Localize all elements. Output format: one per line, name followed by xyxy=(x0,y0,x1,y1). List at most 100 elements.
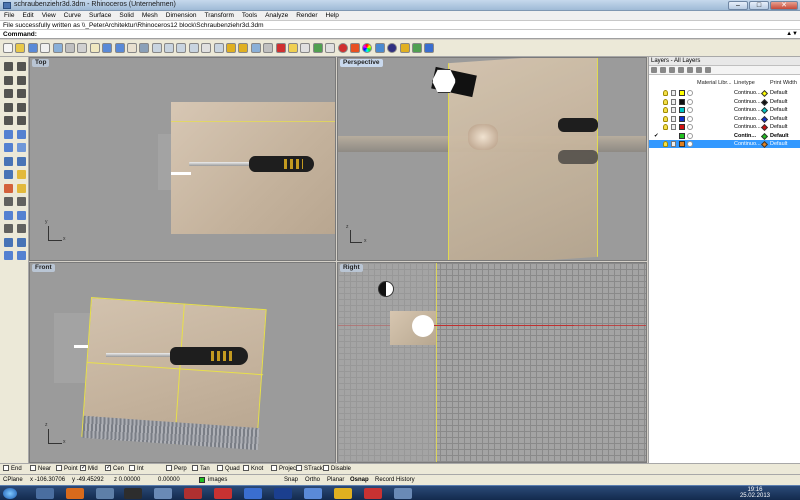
move-down-icon[interactable] xyxy=(687,67,693,73)
osnap-checkbox[interactable] xyxy=(243,465,249,471)
osnap-checkbox[interactable] xyxy=(192,465,198,471)
offset-icon[interactable] xyxy=(17,197,26,206)
viewport-perspective[interactable]: Perspective z x xyxy=(337,57,647,261)
lock-icon[interactable] xyxy=(263,43,274,53)
print-icon[interactable] xyxy=(40,43,51,53)
osnap-knot[interactable]: Knot xyxy=(243,464,263,474)
grid-icon[interactable] xyxy=(213,43,224,53)
array-icon[interactable] xyxy=(4,210,13,220)
delete-layer-icon[interactable] xyxy=(669,67,675,73)
sphere-solid-icon[interactable] xyxy=(17,143,26,152)
free-form-icon[interactable] xyxy=(17,129,26,139)
command-prompt[interactable]: Command: ▲▼ xyxy=(0,30,800,39)
app-icon-4[interactable] xyxy=(214,488,232,499)
rotate-view-icon[interactable] xyxy=(139,43,150,53)
mesh-icon[interactable] xyxy=(4,170,13,179)
menu-solid[interactable]: Solid xyxy=(115,11,137,21)
set-view-icon[interactable] xyxy=(226,43,237,53)
layer-color-swatch[interactable] xyxy=(679,141,685,147)
osnap-strack[interactable]: STrack xyxy=(296,464,323,474)
properties-icon[interactable] xyxy=(325,43,336,53)
extrude-icon[interactable] xyxy=(4,156,13,166)
osnap-checkbox[interactable] xyxy=(30,465,36,471)
material-dot-icon[interactable] xyxy=(687,141,693,147)
lock-icon[interactable] xyxy=(671,107,676,113)
osnap-checkbox[interactable] xyxy=(217,465,223,471)
layer-print-width[interactable]: Default xyxy=(770,115,787,123)
material-dot-icon[interactable] xyxy=(687,107,693,113)
layer-row[interactable]: Continuo... Default xyxy=(649,123,800,132)
layer-color-swatch[interactable] xyxy=(679,124,685,130)
osnap-checkbox[interactable] xyxy=(166,465,172,471)
start-button-icon[interactable] xyxy=(3,488,17,499)
layer-linetype[interactable]: Continuo... xyxy=(734,106,761,114)
polyline-icon[interactable] xyxy=(4,75,13,85)
osnap-near[interactable]: Near xyxy=(30,464,51,474)
zoom-window-icon[interactable] xyxy=(164,43,175,53)
open-icon[interactable] xyxy=(15,43,26,53)
lock-icon[interactable] xyxy=(671,90,676,96)
record-history-toggle[interactable]: Record History xyxy=(375,475,415,485)
command-scroll-icon[interactable]: ▲▼ xyxy=(786,30,798,39)
layer-color-swatch[interactable] xyxy=(679,115,685,122)
ortho-toggle[interactable]: Ortho xyxy=(305,475,320,485)
arc-icon[interactable] xyxy=(17,89,26,98)
rectangle-icon[interactable] xyxy=(17,102,26,112)
layer-linetype[interactable]: Continuo... xyxy=(734,123,761,131)
box-icon[interactable] xyxy=(4,143,13,152)
visibility-bulb-icon[interactable] xyxy=(663,90,668,96)
osnap-checkbox[interactable] xyxy=(323,465,329,471)
menu-curve[interactable]: Curve xyxy=(60,11,85,21)
col-print-width[interactable]: Print Width xyxy=(770,80,797,86)
zoom-selected-icon[interactable] xyxy=(188,43,199,53)
app-icon-3[interactable] xyxy=(184,488,202,499)
fillet-icon[interactable] xyxy=(4,197,13,206)
osnap-checkbox[interactable] xyxy=(105,463,111,473)
layer-row[interactable]: ✔ Contin... Default xyxy=(649,132,800,140)
move-icon[interactable] xyxy=(17,210,26,220)
osnap-tan[interactable]: Tan xyxy=(192,464,210,474)
print-color-icon[interactable] xyxy=(760,98,769,106)
explorer-icon[interactable] xyxy=(36,488,54,499)
shade-icon[interactable] xyxy=(337,43,348,53)
visibility-bulb-icon[interactable] xyxy=(663,107,668,113)
osnap-checkbox[interactable] xyxy=(80,463,86,473)
paste-icon[interactable] xyxy=(89,43,100,53)
osnap-disable[interactable]: Disable xyxy=(323,464,351,474)
curve-icon[interactable] xyxy=(17,116,26,125)
hide-icon[interactable] xyxy=(250,43,261,53)
sphere-icon[interactable] xyxy=(387,43,398,53)
viewport-top[interactable]: Top y x xyxy=(29,57,336,261)
menu-dimension[interactable]: Dimension xyxy=(162,11,201,21)
select-icon[interactable] xyxy=(4,62,13,71)
zoom-dynamic-icon[interactable] xyxy=(151,43,162,53)
viewport-right[interactable]: Right xyxy=(337,262,647,463)
tools-icon[interactable] xyxy=(399,43,410,53)
new-layer-icon[interactable] xyxy=(651,67,657,73)
osnap-perp[interactable]: Perp xyxy=(166,464,187,474)
layer-linetype[interactable]: Contin... xyxy=(734,132,756,140)
dimension-icon[interactable] xyxy=(17,224,26,233)
circle-icon[interactable] xyxy=(4,89,13,98)
osnap-checkbox[interactable] xyxy=(271,465,277,471)
osnap-quad[interactable]: Quad xyxy=(217,464,240,474)
planar-toggle[interactable]: Planar xyxy=(327,475,344,485)
viewport-top-label[interactable]: Top xyxy=(32,59,50,67)
current-layer[interactable]: images xyxy=(208,475,227,485)
osnap-point[interactable]: Point xyxy=(56,464,78,474)
app-icon-2[interactable] xyxy=(154,488,172,499)
viewport-front[interactable]: Front z x xyxy=(29,262,336,463)
osnap-checkbox[interactable] xyxy=(129,465,135,471)
redo-icon[interactable] xyxy=(114,43,125,53)
lock-icon[interactable] xyxy=(671,141,676,147)
ellipse-icon[interactable] xyxy=(4,102,13,112)
app-icon-8[interactable] xyxy=(364,488,382,499)
layer-color-swatch[interactable] xyxy=(679,132,685,139)
menu-surface[interactable]: Surface xyxy=(85,11,115,21)
maximize-button[interactable]: □ xyxy=(749,1,769,10)
layer-print-width[interactable]: Default xyxy=(770,140,787,148)
layer-print-width[interactable]: Default xyxy=(770,123,787,131)
visibility-bulb-icon[interactable] xyxy=(663,98,668,105)
print-color-icon[interactable] xyxy=(760,132,769,140)
osnap-checkbox[interactable] xyxy=(296,465,302,471)
